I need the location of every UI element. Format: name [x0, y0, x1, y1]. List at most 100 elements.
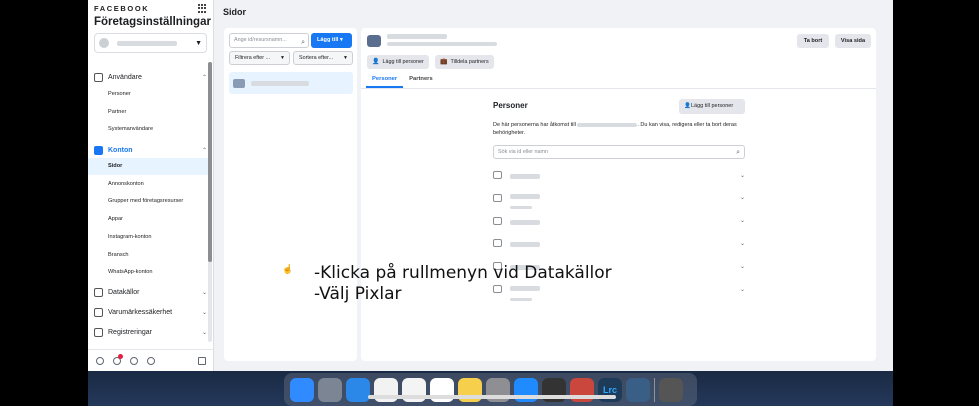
- tutorial-caption-line-1: -Klicka på rullmenyn vid Datakällor: [314, 263, 612, 283]
- page-title: Sidor: [223, 7, 247, 17]
- sidebar-item[interactable]: Sidor: [88, 158, 208, 175]
- remove-button[interactable]: Ta bort: [797, 34, 829, 48]
- search-icon: ⌕: [301, 39, 305, 46]
- users-icon: [94, 72, 103, 82]
- add-dropdown-button[interactable]: Lägg till ▾: [311, 33, 352, 48]
- divider: [361, 88, 876, 89]
- person-name-redacted: [510, 242, 540, 248]
- assign-partners-button[interactable]: 💼 Tilldela partners: [435, 55, 494, 69]
- panel-toggle-icon[interactable]: [198, 356, 206, 365]
- chevron-down-icon: ▼: [195, 39, 202, 47]
- search-placeholder: Ange id/resursnamn...: [234, 37, 287, 43]
- person-role-redacted: [510, 297, 532, 301]
- safari-icon[interactable]: [346, 377, 370, 402]
- sidebar-section-1[interactable]: Användare ⌃: [94, 70, 207, 84]
- chevron-down-icon: ⌄: [739, 240, 745, 247]
- trash-icon[interactable]: [659, 377, 683, 402]
- briefcase-icon: 💼: [440, 59, 448, 65]
- business-settings-window: FACEBOOK Företagsinställningar ▼ Använda…: [88, 0, 893, 371]
- sidebar-item[interactable]: Personer: [88, 86, 208, 103]
- sidebar-section-label: Datakällor: [108, 288, 140, 296]
- tab-personer[interactable]: Personer: [366, 73, 404, 88]
- business-settings-title: Företagsinställningar: [94, 16, 211, 28]
- launchpad-icon[interactable]: [318, 377, 342, 402]
- registrations-icon: [94, 327, 103, 337]
- chevron-down-icon: ⌄: [739, 218, 745, 225]
- list-item[interactable]: ⌄: [493, 191, 745, 210]
- list-item[interactable]: ⌄: [493, 282, 745, 301]
- notifications-bell-icon[interactable]: [113, 353, 123, 365]
- person-role-redacted: [510, 206, 532, 210]
- mouse-cursor-icon: ☝: [282, 264, 294, 274]
- chevron-down-icon: ▼: [343, 55, 348, 61]
- quicktime-icon[interactable]: [626, 377, 650, 402]
- apps-grid-icon[interactable]: [198, 4, 207, 13]
- page-name-redacted: [251, 80, 309, 86]
- person-icon: 👤: [372, 59, 380, 65]
- add-people-button[interactable]: 👤 Lägg till personer: [367, 55, 429, 69]
- add-people-label: Lägg till personer: [382, 59, 424, 65]
- sidebar-scrollbar[interactable]: [208, 62, 212, 342]
- tutorial-caption-line-2: -Välj Pixlar: [314, 284, 402, 304]
- add-label: Lägg till: [317, 37, 339, 43]
- shield-icon: [94, 307, 103, 317]
- finder-icon[interactable]: [290, 377, 314, 402]
- sidebar-item[interactable]: WhatsApp-konton: [88, 264, 208, 281]
- help-icon[interactable]: [147, 356, 155, 365]
- chevron-down-icon: ⌄: [739, 263, 745, 270]
- sidebar-item[interactable]: Annonskonton: [88, 176, 208, 193]
- list-item[interactable]: ⌄: [493, 168, 745, 182]
- sidebar-section-3[interactable]: Datakällor ⌄: [94, 285, 207, 299]
- sidebar-section-5[interactable]: Registreringar ⌄: [94, 325, 207, 339]
- people-add-button[interactable]: 👤 Lägg till personer: [679, 99, 745, 114]
- person-name-redacted: [510, 174, 540, 179]
- sidebar-item[interactable]: Systemanvändare: [88, 121, 208, 138]
- sidebar-section-label: Konton: [108, 146, 133, 154]
- chevron-down-icon: ▼: [280, 55, 285, 61]
- chevron-down-icon: ⌄: [201, 289, 207, 296]
- person-icon: [493, 171, 502, 179]
- list-item[interactable]: [229, 72, 353, 94]
- sidebar-item[interactable]: Grupper med företagsresurser: [88, 193, 208, 210]
- person-icon: [493, 285, 502, 293]
- business-account-selector[interactable]: ▼: [94, 33, 207, 53]
- person-name-redacted: [510, 219, 540, 225]
- page-avatar: [367, 35, 381, 47]
- sidebar-footer: [88, 349, 214, 371]
- sidebar-section-2[interactable]: Konton ⌃: [94, 143, 207, 157]
- sidebar-item[interactable]: Instagram-konton: [88, 229, 208, 246]
- filter-dropdown[interactable]: Filtrera efter ... ▼: [229, 51, 290, 65]
- brand-wordmark: FACEBOOK: [94, 4, 150, 13]
- sidebar-item[interactable]: Appar: [88, 211, 208, 228]
- person-name-redacted: [510, 194, 540, 200]
- page-name-redacted: [387, 34, 447, 39]
- chevron-down-icon: ⌄: [201, 329, 207, 336]
- list-item[interactable]: ⌄: [493, 214, 745, 228]
- sort-dropdown[interactable]: Sortera efter... ▼: [293, 51, 353, 65]
- dock: Lrc: [284, 373, 697, 406]
- chevron-down-icon: ⌄: [739, 172, 745, 179]
- settings-gear-icon[interactable]: [96, 356, 104, 365]
- list-item[interactable]: ⌄: [493, 236, 745, 250]
- filter-label: Filtrera efter ...: [235, 55, 271, 61]
- view-page-button[interactable]: Visa sida: [835, 34, 871, 48]
- scrollbar-thumb[interactable]: [208, 62, 212, 262]
- person-icon: 👤: [684, 103, 691, 109]
- dock-separator: [654, 377, 655, 402]
- sort-label: Sortera efter...: [299, 55, 334, 61]
- sidebar-section-label: Varumärkessäkerhet: [108, 308, 173, 316]
- chevron-up-icon: ⌃: [201, 74, 207, 81]
- business-name-redacted: [117, 40, 177, 46]
- chevron-up-icon: ⌃: [201, 147, 207, 154]
- page-owner-redacted: [387, 42, 497, 46]
- chevron-down-icon: ▾: [340, 37, 343, 43]
- sidebar-item[interactable]: Bransch: [88, 247, 208, 264]
- screen: FACEBOOK Företagsinställningar ▼ Använda…: [0, 0, 979, 406]
- pages-list-panel: Ange id/resursnamn... ⌕ Lägg till ▾ Filtr…: [224, 28, 357, 361]
- resource-search-input[interactable]: Ange id/resursnamn... ⌕: [229, 33, 309, 48]
- sidebar-section-4[interactable]: Varumärkessäkerhet ⌄: [94, 305, 207, 319]
- tab-partners[interactable]: Partners: [403, 73, 439, 88]
- page-avatar: [233, 78, 245, 88]
- search-icon[interactable]: [130, 356, 138, 365]
- sidebar-item[interactable]: Partner: [88, 104, 208, 121]
